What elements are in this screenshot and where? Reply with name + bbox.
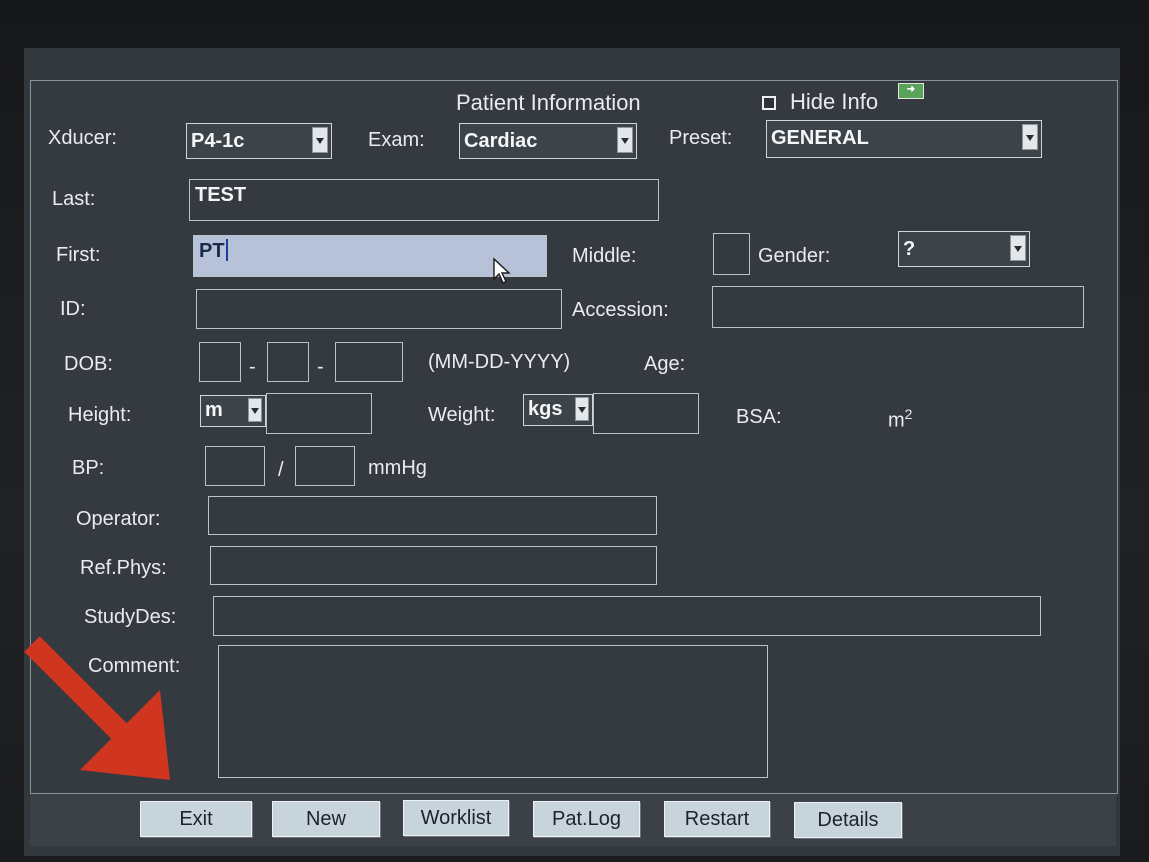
middle-initial-field[interactable] [713,233,750,275]
preset-value: GENERAL [771,127,869,149]
operator-label: Operator: [76,508,161,530]
last-name-field[interactable]: TEST [189,179,659,221]
patlog-button[interactable]: Pat.Log [533,801,640,837]
first-label: First: [56,244,101,266]
accession-label: Accession: [572,299,669,321]
age-label: Age: [644,353,686,375]
chevron-down-icon[interactable] [248,398,262,422]
chevron-down-icon[interactable] [617,127,633,153]
restart-button[interactable]: Restart [664,801,770,837]
dob-day-field[interactable] [267,342,309,382]
details-button[interactable]: Details [794,802,902,838]
id-field[interactable] [196,289,562,329]
weight-unit-select[interactable]: kgs [523,394,593,426]
mouse-cursor-icon [493,257,511,284]
middle-label: Middle: [572,245,637,267]
weight-label: Weight: [428,404,496,426]
refphys-label: Ref.Phys: [80,557,167,579]
exit-button[interactable]: Exit [140,801,252,837]
exam-value: Cardiac [464,130,538,152]
dob-separator: - [249,356,256,378]
text-caret [225,239,228,261]
chevron-down-icon[interactable] [1022,124,1038,150]
preset-label: Preset: [669,127,733,149]
bsa-unit-exponent: 2 [904,406,913,422]
dob-separator: - [317,356,324,378]
bsa-unit-base: m [888,409,905,432]
chevron-down-icon[interactable] [312,127,328,153]
dob-month-field[interactable] [199,342,241,382]
xducer-select[interactable]: P4-1c [186,123,332,159]
xducer-value: P4-1c [191,130,245,152]
bp-diastolic-field[interactable] [295,446,355,486]
bsa-label: BSA: [736,406,782,428]
bp-label: BP: [72,457,105,479]
exam-select[interactable]: Cardiac [459,123,637,159]
dob-label: DOB: [64,353,113,375]
exam-label: Exam: [368,129,425,151]
weight-field[interactable] [593,393,699,434]
chevron-down-icon[interactable] [1010,235,1026,261]
new-button[interactable]: New [272,801,380,837]
preset-select[interactable]: GENERAL [766,120,1042,158]
panel-title: Patient Information [456,90,641,115]
green-arrow-icon[interactable]: ➜ [898,83,924,99]
studydes-label: StudyDes: [84,606,177,628]
bsa-unit: m2 [888,402,912,433]
gender-label: Gender: [758,245,831,267]
gender-select[interactable]: ? [898,231,1030,267]
height-unit-select[interactable]: m [200,395,266,427]
dob-format-hint: (MM-DD-YYYY) [428,351,571,373]
accession-field[interactable] [712,286,1084,328]
xducer-label: Xducer: [48,127,117,149]
comment-field[interactable] [218,645,768,778]
gender-value: ? [903,238,916,260]
worklist-button[interactable]: Worklist [403,800,509,836]
hide-info-label: Hide Info [790,89,879,114]
operator-field[interactable] [208,496,657,535]
studydes-field[interactable] [213,596,1041,636]
dob-year-field[interactable] [335,342,403,382]
height-field[interactable] [266,393,372,434]
id-label: ID: [60,298,86,320]
first-name-value: PT [199,240,225,262]
bp-unit: mmHg [368,457,427,479]
weight-unit-value: kgs [528,398,563,420]
last-label: Last: [52,188,96,210]
refphys-field[interactable] [210,546,657,585]
height-unit-value: m [205,399,223,421]
height-label: Height: [68,404,132,426]
annotation-arrow-icon [24,636,170,780]
bp-separator: / [278,459,284,481]
chevron-down-icon[interactable] [575,397,589,421]
hide-info-checkbox[interactable] [762,96,776,110]
bp-systolic-field[interactable] [205,446,265,486]
